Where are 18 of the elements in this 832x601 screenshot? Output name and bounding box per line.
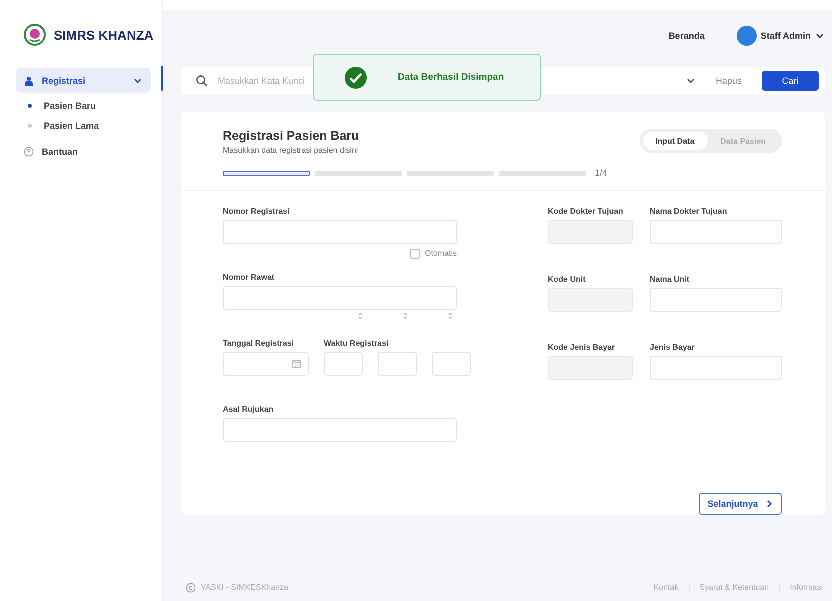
field-label: Nomor Registrasi xyxy=(223,206,291,218)
field-label: Tanggal Registrasi xyxy=(223,338,295,350)
field-label: Nomor Rawat xyxy=(223,272,276,284)
field-label: Kode Unit xyxy=(548,274,587,286)
card-subtitle: Masukkan data registrasi pasien disini xyxy=(223,146,360,155)
field-label: Asal Rujukan xyxy=(223,404,275,416)
card-title: Registrasi Pasien Baru xyxy=(223,129,360,143)
field-label: Jenis Bayar xyxy=(650,342,696,354)
field-label: Nama Unit xyxy=(650,274,691,286)
field-label: Nama Dokter Tujuan xyxy=(650,206,728,218)
field-label: Kode Jenis Bayar xyxy=(548,342,616,354)
copyright-text: YASKI - SIMKESKhanza xyxy=(201,583,288,592)
toast-message: Data Berhasil Disimpan xyxy=(398,72,504,83)
brand-name: SIMRS KHANZA xyxy=(54,28,154,42)
field-label: Waktu Registrasi xyxy=(324,338,390,350)
field-label: Kode Dokter Tujuan xyxy=(548,206,624,218)
step-counter: 1/4 xyxy=(595,168,608,178)
checkbox-label: Otomatis xyxy=(424,248,457,258)
